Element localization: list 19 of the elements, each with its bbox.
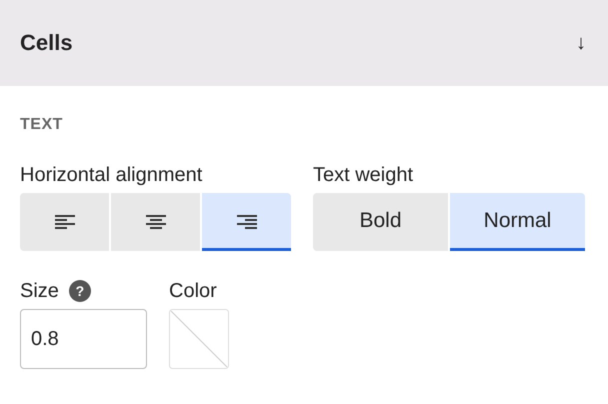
- alignment-button[interactable]: [202, 193, 291, 251]
- panel-header[interactable]: Cells ↓: [0, 0, 608, 86]
- text-align-icon: [144, 212, 166, 228]
- alignment-button[interactable]: [20, 193, 109, 251]
- collapse-toggle[interactable]: ↓: [576, 32, 586, 54]
- weight-button[interactable]: Normal: [450, 193, 585, 251]
- field-label: Color: [169, 280, 217, 302]
- panel-title: Cells: [20, 30, 73, 56]
- help-icon[interactable]: ?: [68, 280, 91, 302]
- text-align-icon: [236, 212, 258, 228]
- text-align-icon: [54, 212, 76, 228]
- alignment-button[interactable]: [111, 193, 200, 251]
- field-label: Horizontal alignment: [20, 164, 204, 187]
- color-swatch[interactable]: [169, 309, 229, 369]
- field-label: Text weight: [313, 164, 414, 187]
- section-heading: TEXT: [20, 116, 64, 134]
- weight-button[interactable]: Bold: [313, 193, 448, 251]
- size-input[interactable]: 0.8: [20, 309, 147, 369]
- field-label: Size: [20, 280, 59, 302]
